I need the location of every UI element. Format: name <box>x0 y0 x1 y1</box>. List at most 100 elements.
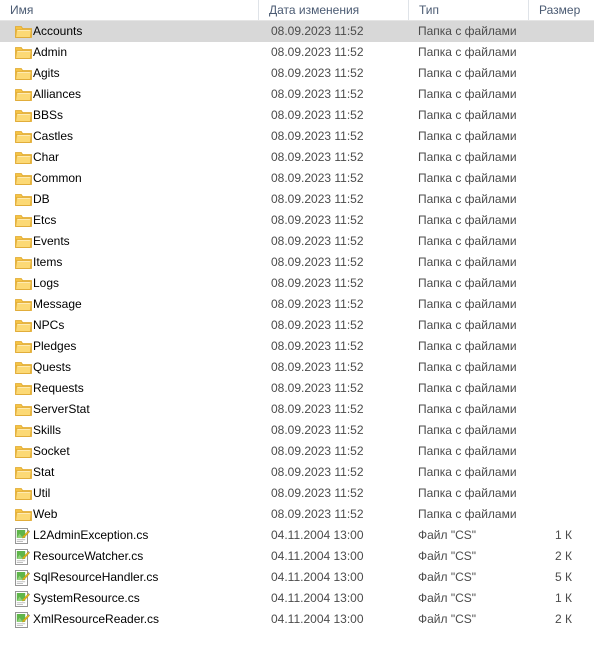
file-list-row[interactable]: DB 08.09.2023 11:52 Папка с файлами <box>0 189 594 210</box>
file-type-cell: Папка с файлами <box>418 444 517 458</box>
file-name-cell: Agits <box>33 66 60 80</box>
file-name-cell: BBSs <box>33 108 64 122</box>
file-type-cell: Папка с файлами <box>418 423 517 437</box>
file-name-cell: SystemResource.cs <box>33 591 140 605</box>
date-modified-cell: 08.09.2023 11:52 <box>271 192 364 206</box>
date-modified-cell: 08.09.2023 11:52 <box>271 129 364 143</box>
file-type-cell: Файл "CS" <box>418 591 477 605</box>
file-size-cell <box>528 189 594 210</box>
file-list-row[interactable]: Util 08.09.2023 11:52 Папка с файлами <box>0 483 594 504</box>
file-type-cell: Папка с файлами <box>418 129 517 143</box>
file-list-row[interactable]: NPCs 08.09.2023 11:52 Папка с файлами <box>0 315 594 336</box>
file-size-cell <box>528 441 594 462</box>
file-type-cell: Папка с файлами <box>418 24 517 38</box>
date-modified-cell: 08.09.2023 11:52 <box>271 255 364 269</box>
file-list-row[interactable]: SqlResourceHandler.cs 04.11.2004 13:00 Фай… <box>0 567 594 588</box>
file-list-row[interactable]: Etcs 08.09.2023 11:52 Папка с файлами <box>0 210 594 231</box>
column-header-type[interactable]: Тип <box>408 0 528 20</box>
file-list-row[interactable]: Admin 08.09.2023 11:52 Папка с файлами <box>0 42 594 63</box>
date-modified-cell: 08.09.2023 11:52 <box>271 465 364 479</box>
date-modified-cell: 08.09.2023 11:52 <box>271 486 364 500</box>
file-explorer-list-view: Имя Дата изменения Тип Размер Accounts 08… <box>0 0 594 668</box>
file-size-cell <box>528 42 594 63</box>
file-size-cell <box>528 63 594 84</box>
file-type-cell: Папка с файлами <box>418 171 517 185</box>
file-list-row[interactable]: Skills 08.09.2023 11:52 Папка с файлами <box>0 420 594 441</box>
file-name-cell: Castles <box>33 129 74 143</box>
file-type-cell: Файл "CS" <box>418 549 477 563</box>
file-list-row[interactable]: Alliances 08.09.2023 11:52 Папка с файлами <box>0 84 594 105</box>
file-name-cell: Common <box>33 171 82 185</box>
file-list-row[interactable]: Common 08.09.2023 11:52 Папка с файлами <box>0 168 594 189</box>
file-size-cell <box>528 126 594 147</box>
file-list-row[interactable]: L2AdminException.cs 04.11.2004 13:00 Файл … <box>0 525 594 546</box>
file-name-cell: Events <box>33 234 70 248</box>
date-modified-cell: 08.09.2023 11:52 <box>271 507 364 521</box>
date-modified-cell: 04.11.2004 13:00 <box>271 612 364 626</box>
file-type-cell: Папка с файлами <box>418 276 517 290</box>
file-list-row[interactable]: SystemResource.cs 04.11.2004 13:00 Файл "C… <box>0 588 594 609</box>
file-name-cell: Logs <box>33 276 60 290</box>
date-modified-cell: 08.09.2023 11:52 <box>271 339 364 353</box>
date-modified-cell: 08.09.2023 11:52 <box>271 213 364 227</box>
file-type-cell: Папка с файлами <box>418 360 517 374</box>
file-list-row[interactable]: Logs 08.09.2023 11:52 Папка с файлами <box>0 273 594 294</box>
file-list-row[interactable]: Items 08.09.2023 11:52 Папка с файлами <box>0 252 594 273</box>
file-type-cell: Папка с файлами <box>418 339 517 353</box>
file-size-cell <box>528 504 594 525</box>
date-modified-cell: 04.11.2004 13:00 <box>271 570 364 584</box>
file-name-cell: Web <box>33 507 58 521</box>
column-header-type-label: Тип <box>419 3 440 17</box>
file-name-cell: L2AdminException.cs <box>33 528 149 542</box>
date-modified-cell: 04.11.2004 13:00 <box>271 549 364 563</box>
file-type-cell: Папка с файлами <box>418 486 517 500</box>
file-list-row[interactable]: Quests 08.09.2023 11:52 Папка с файлами <box>0 357 594 378</box>
file-name-cell: SqlResourceHandler.cs <box>33 570 159 584</box>
file-size-cell <box>528 84 594 105</box>
file-list-row[interactable]: Web 08.09.2023 11:52 Папка с файлами <box>0 504 594 525</box>
file-list-row[interactable]: Accounts 08.09.2023 11:52 Папка с файлами <box>0 21 594 42</box>
file-size-cell <box>528 357 594 378</box>
file-size-cell: 2 К <box>555 549 572 563</box>
column-header-name[interactable]: Имя <box>0 0 258 20</box>
date-modified-cell: 08.09.2023 11:52 <box>271 402 364 416</box>
file-size-cell <box>528 21 594 42</box>
column-header-name-label: Имя <box>10 3 34 17</box>
file-list-row[interactable]: Agits 08.09.2023 11:52 Папка с файлами <box>0 63 594 84</box>
file-list-row[interactable]: Castles 08.09.2023 11:52 Папка с файлами <box>0 126 594 147</box>
file-name-cell: Etcs <box>33 213 57 227</box>
date-modified-cell: 08.09.2023 11:52 <box>271 318 364 332</box>
column-header-size-label: Размер <box>539 3 581 17</box>
file-name-cell: Socket <box>33 444 70 458</box>
file-list: Accounts 08.09.2023 11:52 Папка с файлами A… <box>0 21 594 630</box>
file-type-cell: Папка с файлами <box>418 234 517 248</box>
file-name-cell: Util <box>33 486 51 500</box>
file-size-cell <box>528 105 594 126</box>
file-type-cell: Папка с файлами <box>418 87 517 101</box>
file-list-row[interactable]: Events 08.09.2023 11:52 Папка с файлами <box>0 231 594 252</box>
date-modified-cell: 08.09.2023 11:52 <box>271 171 364 185</box>
file-list-row[interactable]: ServerStat 08.09.2023 11:52 Папка с файлам… <box>0 399 594 420</box>
file-list-row[interactable]: Char 08.09.2023 11:52 Папка с файлами <box>0 147 594 168</box>
file-list-row[interactable]: Message 08.09.2023 11:52 Папка с файлами <box>0 294 594 315</box>
file-type-cell: Папка с файлами <box>418 297 517 311</box>
file-name-cell: Alliances <box>33 87 82 101</box>
column-header-size[interactable]: Размер <box>528 0 594 20</box>
file-list-row[interactable]: ResourceWatcher.cs 04.11.2004 13:00 Файл "… <box>0 546 594 567</box>
file-size-cell <box>528 336 594 357</box>
date-modified-cell: 04.11.2004 13:00 <box>271 528 364 542</box>
file-list-row[interactable]: Socket 08.09.2023 11:52 Папка с файлами <box>0 441 594 462</box>
file-size-cell <box>528 420 594 441</box>
file-size-cell <box>528 462 594 483</box>
date-modified-cell: 08.09.2023 11:52 <box>271 24 364 38</box>
file-list-row[interactable]: BBSs 08.09.2023 11:52 Папка с файлами <box>0 105 594 126</box>
date-modified-cell: 08.09.2023 11:52 <box>271 297 364 311</box>
column-header-date-modified[interactable]: Дата изменения <box>258 0 408 20</box>
file-type-cell: Папка с файлами <box>418 318 517 332</box>
file-name-cell: Stat <box>33 465 55 479</box>
file-list-row[interactable]: Pledges 08.09.2023 11:52 Папка с файлами <box>0 336 594 357</box>
file-list-row[interactable]: Stat 08.09.2023 11:52 Папка с файлами <box>0 462 594 483</box>
file-list-row[interactable]: XmlResourceReader.cs 04.11.2004 13:00 Файл… <box>0 609 594 630</box>
file-list-row[interactable]: Requests 08.09.2023 11:52 Папка с файлами <box>0 378 594 399</box>
date-modified-cell: 08.09.2023 11:52 <box>271 150 364 164</box>
